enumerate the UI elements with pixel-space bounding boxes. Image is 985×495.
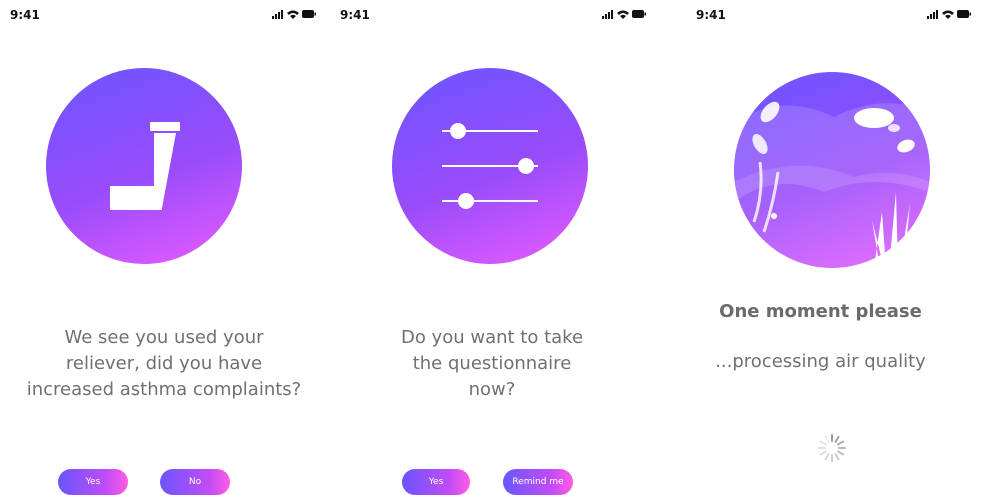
screen-processing: 9:41 One moment please ...processing air… [656, 0, 985, 495]
question-line: We see you used your [64, 327, 264, 348]
question-line: Do you want to take [400, 327, 584, 348]
status-icons [927, 10, 971, 19]
status-icons [272, 10, 316, 19]
screen-reliever-check: 9:41 We see you used your reliever, did … [0, 0, 328, 495]
nature-illustration [734, 101, 930, 268]
screen-questionnaire-prompt: 9:41 Do you want to take the questionnai… [328, 0, 656, 495]
status-time: 9:41 [340, 8, 370, 22]
no-button[interactable]: No [160, 469, 230, 495]
question-text: Do you want to take the questionnaire no… [328, 325, 656, 403]
loading-subtitle: ...processing air quality [715, 351, 926, 372]
remind-me-button[interactable]: Remind me [503, 469, 573, 495]
status-time: 9:41 [10, 8, 40, 22]
yes-button[interactable]: Yes [58, 469, 128, 495]
question-text: We see you used your reliever, did you h… [0, 325, 328, 403]
status-time: 9:41 [696, 8, 726, 22]
hero-circle [46, 68, 242, 264]
yes-button[interactable]: Yes [402, 469, 470, 495]
sliders-icon [442, 123, 538, 209]
inhaler-icon [110, 122, 180, 210]
loading-title: One moment please [719, 301, 922, 322]
question-line: the questionnaire [412, 353, 572, 374]
spinner-icon [818, 434, 846, 462]
hero-circle [734, 72, 930, 268]
question-line: reliever, did you have [65, 353, 263, 374]
status-icons [602, 10, 646, 19]
question-line: increased asthma complaints? [26, 379, 302, 400]
hero-circle [392, 68, 588, 264]
question-line: now? [468, 379, 516, 400]
